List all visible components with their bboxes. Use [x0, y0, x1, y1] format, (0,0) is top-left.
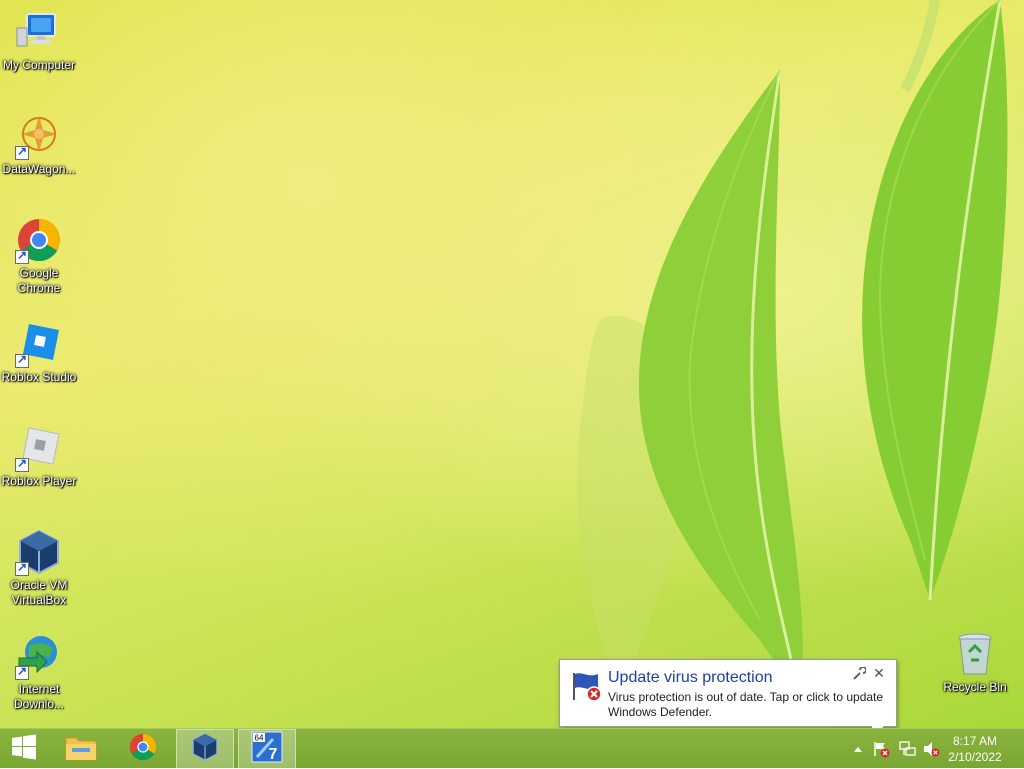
- chrome-icon: [15, 216, 63, 264]
- roblox-player-icon: [15, 424, 63, 472]
- desktop-icon-recycle-bin[interactable]: Recycle Bin: [936, 630, 1014, 695]
- clock-time: 8:17 AM: [952, 734, 998, 748]
- taskbar-app-64-7-button[interactable]: 64 7: [238, 729, 296, 769]
- desktop-icon-datawagon[interactable]: DataWagon...: [0, 112, 78, 177]
- update-virus-protection-toast[interactable]: Update virus protection Virus protection…: [559, 659, 897, 727]
- desktop-icon-my-computer[interactable]: My Computer: [0, 8, 78, 73]
- roblox-studio-icon: [15, 320, 63, 368]
- desktop-icon-label: My Computer: [2, 58, 76, 72]
- desktop: My Computer DataWagon... Google Chrome: [0, 0, 1024, 728]
- desktop-icon-roblox-player[interactable]: Roblox Player: [0, 424, 78, 489]
- desktop-icon-google-chrome[interactable]: Google Chrome: [0, 216, 78, 296]
- toast-body: Virus protection is out of date. Tap or …: [608, 690, 884, 719]
- taskbar-file-explorer-button[interactable]: [52, 729, 110, 769]
- internet-download-manager-icon: [15, 632, 63, 680]
- show-hidden-icons-chevron[interactable]: [850, 729, 866, 769]
- clock-date: 2/10/2022: [948, 750, 1002, 764]
- close-icon[interactable]: ✕: [872, 666, 886, 680]
- taskbar: 64 7 8:17 AM 2/10/2022: [0, 728, 1024, 769]
- taskbar-clock[interactable]: 8:17 AM 2/10/2022: [940, 733, 1010, 765]
- desktop-icon-roblox-studio[interactable]: Roblox Studio: [0, 320, 78, 385]
- file-explorer-icon: [64, 732, 98, 767]
- desktop-icon-label: Roblox Player: [1, 474, 77, 488]
- desktop-icon-oracle-vm-virtualbox[interactable]: Oracle VM VirtualBox: [0, 528, 78, 608]
- desktop-icon-label: Oracle VM VirtualBox: [10, 578, 68, 607]
- desktop-icon-internet-download-manager[interactable]: Internet Downlo...: [0, 632, 78, 712]
- taskbar-chrome-button[interactable]: [114, 729, 172, 769]
- action-center-flag-error-icon[interactable]: [870, 729, 892, 769]
- network-icon[interactable]: [896, 729, 918, 769]
- recycle-bin-icon: [951, 630, 999, 678]
- desktop-icon-label: Internet Downlo...: [13, 682, 65, 711]
- virtualbox-icon: [190, 732, 220, 767]
- desktop-icon-label: DataWagon...: [2, 162, 76, 176]
- toast-title: Update virus protection: [608, 669, 773, 686]
- chrome-icon: [128, 732, 158, 767]
- svg-text:64: 64: [255, 733, 264, 742]
- datawagon-icon: [15, 112, 63, 160]
- speaker-muted-icon[interactable]: [920, 729, 942, 769]
- virtualbox-icon: [15, 528, 63, 576]
- desktop-icon-label: Recycle Bin: [943, 680, 1007, 694]
- computer-icon: [15, 8, 63, 56]
- wallpaper-leaves: [577, 0, 1008, 701]
- desktop-icon-label: Roblox Studio: [1, 370, 77, 384]
- defender-flag-error-icon: [570, 670, 604, 704]
- desktop-icon-label: Google Chrome: [17, 266, 61, 295]
- start-button[interactable]: [0, 729, 48, 769]
- taskbar-virtualbox-button[interactable]: [176, 729, 234, 769]
- windows-logo-icon: [11, 734, 37, 765]
- settings-wrench-icon[interactable]: [852, 666, 867, 681]
- unknown-app-64-7-icon: 64 7: [251, 731, 283, 768]
- svg-text:7: 7: [269, 746, 278, 763]
